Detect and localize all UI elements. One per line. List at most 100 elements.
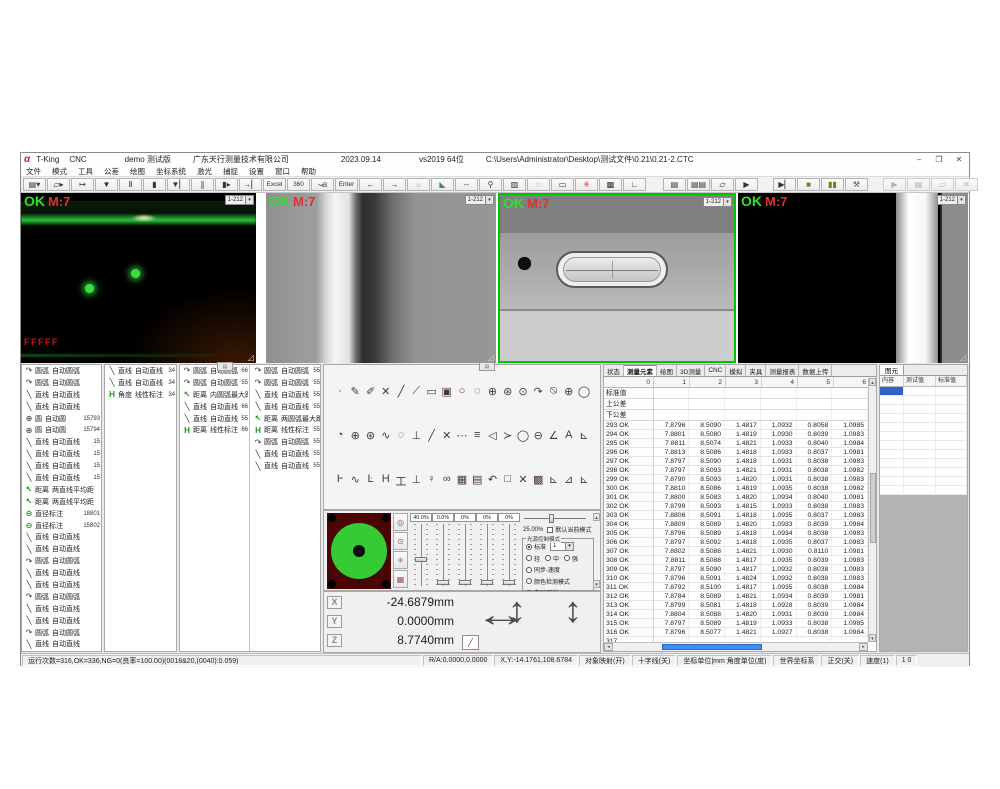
measure-tool-icon[interactable]: ≡ (470, 429, 484, 442)
toolbar-button[interactable]: ⚒ (845, 178, 868, 191)
camera-view-3-selected[interactable]: OK M:7 1-212▾ ◿ (498, 193, 736, 363)
scrollbar-thumb[interactable] (662, 644, 762, 650)
toolbar-button[interactable]: ■ (797, 178, 820, 191)
resize-corner-icon[interactable]: ◿ (726, 351, 732, 360)
toolbar-button[interactable]: ◌ (527, 178, 550, 191)
gallery-row[interactable] (880, 414, 967, 423)
toolbar-button[interactable]: →▏ (239, 178, 262, 191)
gallery-row[interactable] (880, 450, 967, 459)
toolbar-button[interactable]: ↝B (311, 178, 334, 191)
camera-view-1[interactable]: FFFFF OK M:7 1-212▾ ◿ (21, 193, 256, 363)
toolbar-button[interactable]: ▶▏ (773, 178, 796, 191)
table-row[interactable]: 310 OK7.87968.50911.48241.09320.80381.09… (604, 574, 868, 583)
toolbar-button[interactable]: ▼ (95, 178, 118, 191)
table-row[interactable]: 304 OK7.88098.50891.48201.09330.80391.09… (604, 520, 868, 529)
element-list-item[interactable]: ╲直线自动直线 (22, 543, 101, 555)
element-list-item[interactable]: ↷圆弧自动圆弧55 (251, 365, 321, 377)
table-row[interactable]: 上公差 (604, 399, 868, 410)
menu-item-公差[interactable]: 公差 (104, 166, 119, 177)
tab-测量元素[interactable]: 测量元素 (624, 365, 657, 376)
gallery-row[interactable] (880, 477, 967, 486)
camera-view-2[interactable]: OK M:7 1-212▾ ◿ (266, 193, 496, 363)
measure-tool-icon[interactable]: ◯ (577, 385, 591, 398)
element-list-item[interactable]: ╲直线自动直线15 (22, 472, 101, 484)
measure-tool-icon[interactable]: □ (501, 473, 515, 489)
toolbar-button[interactable]: ▱ (931, 178, 954, 191)
toolbar-button[interactable]: ▨ (503, 178, 526, 191)
toolbar-button[interactable]: ▮▸ (215, 178, 238, 191)
element-list-item[interactable]: ↷圆弧自动圆弧 (22, 627, 101, 639)
measure-tool-icon[interactable]: A (562, 429, 576, 442)
element-list-item[interactable]: ╲直线自动直线55 (180, 413, 249, 425)
element-list-item[interactable]: ╲直线自动直线 (22, 401, 101, 413)
measure-tool-icon[interactable]: ◌ (470, 385, 484, 398)
table-row[interactable]: 314 OK7.88048.50881.48201.09310.80391.09… (604, 610, 868, 619)
jog-z-arrows-icon[interactable]: ↕ (564, 589, 582, 631)
element-list-item[interactable]: ╲直线自动直线55 (251, 460, 321, 472)
measure-tool-icon[interactable]: ∠ (547, 429, 561, 442)
table-row[interactable]: 294 OK7.88018.50801.48191.09300.80391.09… (604, 430, 868, 439)
toolbar-button[interactable]: ▭ (551, 178, 574, 191)
tab-CNC[interactable]: CNC (705, 365, 726, 376)
light-slider[interactable] (436, 524, 450, 586)
table-row[interactable]: 305 OK7.87968.50891.48181.09340.80381.09… (604, 529, 868, 538)
vertical-scrollbar[interactable]: ▲ ▼ (868, 378, 876, 642)
slider-thumb[interactable] (437, 580, 449, 585)
measure-tool-icon[interactable]: ≻ (501, 429, 515, 442)
element-list-item[interactable]: ↖距离两圆弧最大距 (251, 413, 321, 425)
radio-standard[interactable] (526, 544, 532, 550)
measure-tool-icon[interactable]: H (379, 473, 393, 489)
table-row[interactable]: 302 OK7.87998.50931.48151.09330.80381.09… (604, 502, 868, 511)
element-list-item[interactable]: ╲直线自动直线66 (180, 401, 249, 413)
element-list-item[interactable]: ╲直线自动直线 (22, 615, 101, 627)
chevron-down-icon[interactable]: ▾ (957, 196, 965, 204)
element-list-item[interactable]: ╲直线自动直线55 (251, 448, 321, 460)
measure-tool-icon[interactable]: ⊕ (562, 385, 576, 398)
toolbar-button[interactable]: -- (455, 178, 478, 191)
radio-轻[interactable] (526, 555, 532, 561)
toolbar-button[interactable]: Enter (335, 178, 358, 191)
camera-scale-select[interactable]: 1-212▾ (465, 195, 494, 205)
element-list-item[interactable]: ↷圆弧自动圆弧55 (180, 377, 249, 389)
table-row[interactable]: 299 OK7.87908.50931.48201.09310.80381.09… (604, 475, 868, 484)
element-list-item[interactable]: ╲直线自动直线 (22, 389, 101, 401)
measure-tool-icon[interactable]: ⍉ (547, 385, 561, 398)
toolbar-button[interactable]: ▤ (663, 178, 686, 191)
gallery-row[interactable] (880, 405, 967, 414)
measure-tool-icon[interactable]: ▩ (531, 473, 545, 489)
measure-tool-icon[interactable]: ⊾ (577, 473, 591, 489)
menu-item-文件[interactable]: 文件 (26, 166, 41, 177)
measure-tool-icon[interactable]: ⊾ (577, 429, 591, 442)
ring-light-preview[interactable] (327, 513, 391, 589)
measure-tool-icon[interactable]: Ⱶ (333, 473, 347, 489)
measure-tool-icon[interactable]: ◯ (516, 429, 530, 442)
gallery-row[interactable] (880, 423, 967, 432)
radio-color-detect[interactable] (526, 578, 532, 584)
table-row[interactable]: 316 OK7.87968.50771.48211.09270.80381.09… (604, 628, 868, 637)
camera-scale-select[interactable]: 1-212▾ (937, 195, 966, 205)
toolbar-button[interactable]: ← (359, 178, 382, 191)
element-list-item[interactable]: ↷圆弧自动圆弧55 (251, 436, 321, 448)
toolbar-button[interactable]: ☼ (407, 178, 430, 191)
diagonal-move-button[interactable]: ╱ (462, 635, 479, 650)
light-slider[interactable] (502, 524, 516, 586)
measure-tool-icon[interactable]: ⟋ (409, 385, 423, 398)
element-list-item[interactable]: ↷圆弧自动圆弧 (22, 365, 101, 377)
splitter-button[interactable]: ▤ (217, 362, 233, 371)
tab-绘图[interactable]: 绘图 (657, 365, 677, 376)
table-row[interactable]: 309 OK7.87978.50901.48171.09320.80381.09… (604, 565, 868, 574)
table-row[interactable]: 315 OK7.87978.50891.48191.09330.80381.09… (604, 619, 868, 628)
menu-item-激光[interactable]: 激光 (197, 166, 212, 177)
measure-tool-icon[interactable]: ⊾ (547, 473, 561, 489)
table-row[interactable]: 308 OK7.88118.50881.48171.09350.80391.09… (604, 556, 868, 565)
measure-tool-icon[interactable]: ⋯ (455, 429, 469, 442)
light-segment-button[interactable]: ⊙ (393, 532, 408, 550)
menu-item-坐标系统[interactable]: 坐标系统 (156, 166, 186, 177)
element-list-item[interactable]: ↷圆弧自动圆弧55 (251, 377, 321, 389)
light-segment-button[interactable]: ▦ (393, 570, 408, 588)
chevron-down-icon[interactable]: ▾ (485, 196, 493, 204)
measure-tool-icon[interactable]: ⊕ (348, 429, 362, 442)
element-list-item[interactable]: ↷圆弧自动圆弧 (22, 591, 101, 603)
toolbar-button[interactable]: ▮ (143, 178, 166, 191)
menu-item-模式[interactable]: 模式 (52, 166, 67, 177)
